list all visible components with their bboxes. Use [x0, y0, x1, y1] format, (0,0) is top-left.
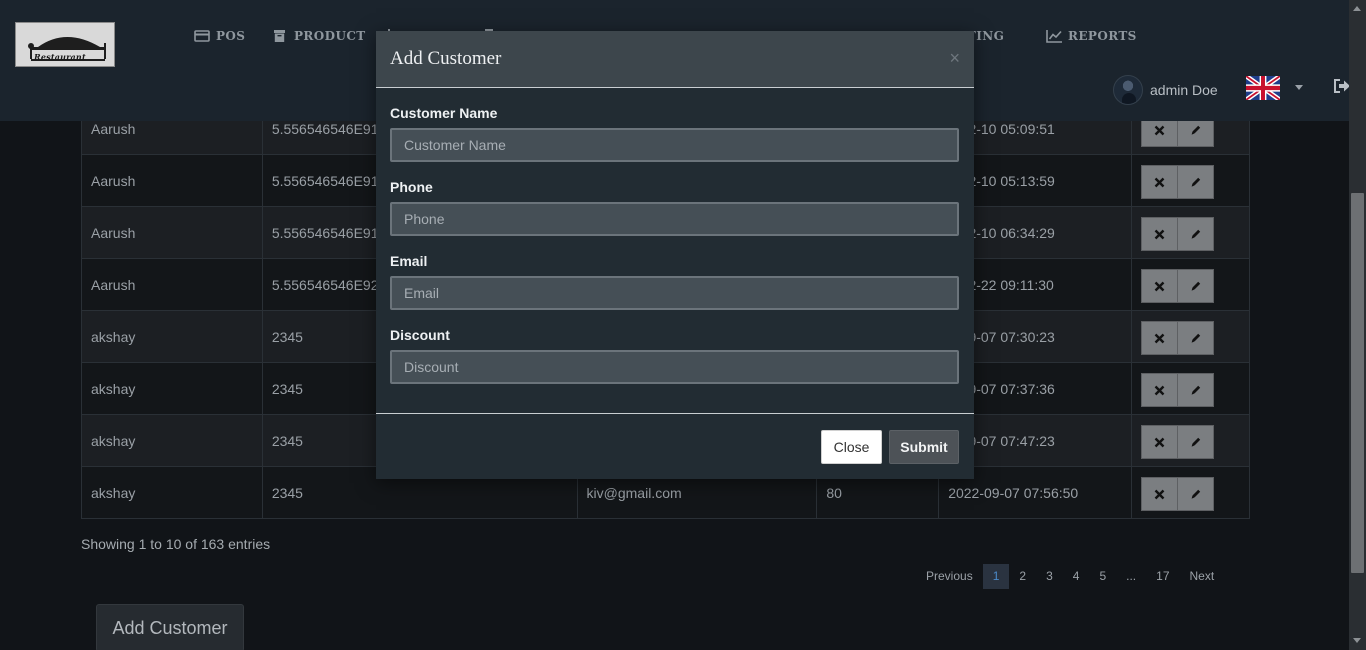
edit-button[interactable] [1177, 477, 1215, 511]
discount-input[interactable] [390, 350, 959, 384]
close-icon [1154, 125, 1165, 136]
row-actions [1141, 373, 1249, 407]
scroll-down-arrow-icon[interactable] [1353, 638, 1361, 643]
user-menu[interactable]: admin Doe [1113, 75, 1218, 105]
close-icon [1154, 281, 1165, 292]
pagination-page[interactable]: 4 [1063, 564, 1090, 589]
email-input[interactable] [390, 276, 959, 310]
discount-label: Discount [390, 327, 450, 343]
restaurant-logo[interactable]: Restaurant [15, 22, 115, 67]
pagination-page[interactable]: 17 [1146, 564, 1179, 589]
cell-name: akshay [81, 310, 263, 363]
row-actions [1141, 477, 1249, 511]
cell-name: Aarush [81, 154, 263, 207]
add-customer-button[interactable]: Add Customer [96, 604, 244, 650]
edit-button[interactable] [1177, 165, 1215, 199]
pencil-icon [1190, 384, 1202, 396]
pencil-icon [1190, 124, 1202, 136]
customer-name-input[interactable] [390, 128, 959, 162]
cell-name: akshay [81, 466, 263, 519]
cell-name: Aarush [81, 206, 263, 259]
delete-button[interactable] [1141, 217, 1179, 251]
pagination: Previous 1 2 3 4 5 ... 17 Next [916, 564, 1224, 589]
close-icon [1154, 177, 1165, 188]
row-actions [1141, 165, 1249, 199]
pagination-previous[interactable]: Previous [916, 564, 983, 589]
scroll-up-arrow-icon[interactable] [1353, 6, 1361, 11]
scrollbar-thumb[interactable] [1351, 193, 1364, 573]
cell-actions [1131, 310, 1250, 363]
page-scrollbar[interactable] [1349, 0, 1366, 650]
delete-button[interactable] [1141, 165, 1179, 199]
pagination-page[interactable]: 5 [1089, 564, 1116, 589]
pencil-icon [1190, 436, 1202, 448]
cell-name: akshay [81, 362, 263, 415]
modal-body: Customer Name Phone Email Discount [376, 88, 974, 414]
pagination-ellipsis: ... [1126, 569, 1137, 583]
email-label: Email [390, 253, 428, 269]
cell-actions [1131, 154, 1250, 207]
avatar [1113, 75, 1143, 105]
pencil-icon [1190, 228, 1202, 240]
pagination-page[interactable]: 1 [982, 564, 1010, 589]
nav-product-label: PRODUCT [294, 29, 366, 43]
entries-info: Showing 1 to 10 of 163 entries [81, 536, 271, 552]
edit-button[interactable] [1177, 373, 1215, 407]
uk-flag-icon[interactable] [1246, 76, 1280, 100]
language-caret-icon[interactable] [1295, 85, 1303, 90]
nav-product[interactable]: PRODUCT [272, 28, 366, 44]
delete-button[interactable] [1141, 373, 1179, 407]
nav-pos-label: POS [216, 29, 246, 43]
card-icon [194, 29, 210, 43]
row-actions [1141, 321, 1249, 355]
phone-label: Phone [390, 179, 433, 195]
nav-reports-label: REPORTS [1068, 29, 1137, 43]
user-name: admin Doe [1150, 82, 1218, 98]
cell-name: Aarush [81, 258, 263, 311]
cell-actions [1131, 466, 1250, 519]
close-icon [1154, 489, 1165, 500]
edit-button[interactable] [1177, 425, 1215, 459]
delete-button[interactable] [1141, 425, 1179, 459]
delete-button[interactable] [1141, 269, 1179, 303]
close-icon [1154, 333, 1165, 344]
pencil-icon [1190, 176, 1202, 188]
nav-pos[interactable]: POS [194, 28, 245, 44]
pagination-page[interactable]: 2 [1009, 564, 1036, 589]
submit-button[interactable]: Submit [889, 430, 959, 464]
logo-text: Restaurant [34, 52, 86, 62]
close-icon [1154, 229, 1165, 240]
delete-button[interactable] [1141, 321, 1179, 355]
archive-icon [272, 29, 288, 43]
cell-actions [1131, 258, 1250, 311]
cell-actions [1131, 206, 1250, 259]
row-actions [1141, 217, 1249, 251]
cell-actions [1131, 362, 1250, 415]
close-icon [1154, 385, 1165, 396]
close-icon [1154, 437, 1165, 448]
modal-header: Add Customer × [376, 31, 974, 88]
phone-input[interactable] [390, 202, 959, 236]
add-customer-modal: Add Customer × Customer Name Phone Email… [376, 31, 974, 479]
cell-actions [1131, 414, 1250, 467]
edit-button[interactable] [1177, 269, 1215, 303]
pencil-icon [1190, 280, 1202, 292]
modal-title: Add Customer [390, 48, 502, 69]
nav-reports[interactable]: REPORTS [1046, 28, 1137, 44]
edit-button[interactable] [1177, 217, 1215, 251]
row-actions [1141, 425, 1249, 459]
pagination-page[interactable]: 3 [1036, 564, 1063, 589]
delete-button[interactable] [1141, 477, 1179, 511]
customer-name-label: Customer Name [390, 105, 498, 121]
modal-close-icon[interactable]: × [949, 48, 960, 69]
pagination-next[interactable]: Next [1180, 564, 1225, 589]
cell-name: akshay [81, 414, 263, 467]
pencil-icon [1190, 332, 1202, 344]
edit-button[interactable] [1177, 321, 1215, 355]
row-actions [1141, 269, 1249, 303]
line-chart-icon [1046, 29, 1062, 43]
close-button[interactable]: Close [821, 430, 882, 464]
pencil-icon [1190, 488, 1202, 500]
